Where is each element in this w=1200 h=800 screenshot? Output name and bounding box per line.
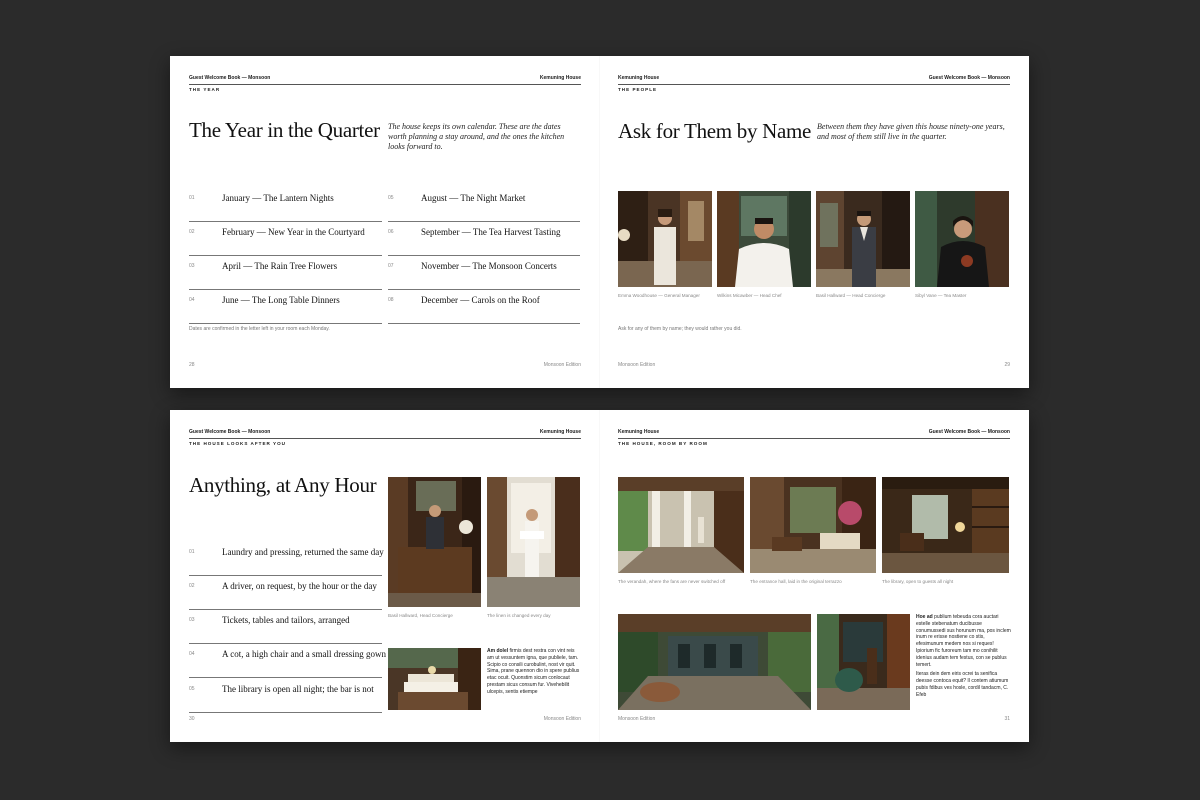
page-the-year: Guest Welcome Book — Monsoon Kemuning Ho… <box>170 56 600 388</box>
caption-head-chef: Wilkins Micawber — Head Chef <box>717 293 782 298</box>
header-house-name: Kemuning House <box>539 429 581 435</box>
reading-nook-photo <box>817 614 910 710</box>
header-house-name: Kemuning House <box>618 429 660 435</box>
people-note: Ask for any of them by name; they would … <box>618 326 742 332</box>
edition-label: Monsoon Edition <box>618 362 656 368</box>
service-row: 03 Tickets, tables and tailors, arranged <box>189 609 382 644</box>
event-row: 03 April — The Rain Tree Flowers <box>189 255 382 290</box>
page-the-people: Kemuning House Guest Welcome Book — Mons… <box>599 56 1029 388</box>
page-room-by-room: Kemuning House Guest Welcome Book — Mons… <box>599 410 1029 742</box>
page-number: 30 <box>189 716 195 722</box>
page-services: Guest Welcome Book — Monsoon Kemuning Ho… <box>170 410 600 742</box>
intro-text: The house keeps its own calendar. These … <box>388 122 565 151</box>
section-label: THE HOUSE, ROOM BY ROOM <box>618 441 708 446</box>
portrait-tea-master-photo <box>915 191 1009 287</box>
caption-general-manager: Emma Woodhouse — General Manager <box>618 293 700 298</box>
page-number: 29 <box>1004 362 1010 368</box>
spread-year-people: Guest Welcome Book — Monsoon Kemuning Ho… <box>170 56 1029 388</box>
header-book-title: Guest Welcome Book — Monsoon <box>189 429 271 435</box>
header-book-title: Guest Welcome Book — Monsoon <box>928 429 1010 435</box>
header-house-name: Kemuning House <box>618 75 660 81</box>
linen-photo <box>487 477 580 607</box>
verandah-photo <box>618 477 744 573</box>
page-title: The Year in the Quarter <box>189 118 380 142</box>
towels-photo <box>388 648 481 710</box>
entrance-hall-photo <box>750 477 876 573</box>
spread-services-rooms: Guest Welcome Book — Monsoon Kemuning Ho… <box>170 410 1029 742</box>
section-label: THE HOUSE LOOKS AFTER YOU <box>189 441 286 446</box>
service-row: 01 Laundry and pressing, returned the sam… <box>189 541 384 576</box>
library-photo <box>882 477 1009 573</box>
page-title: Anything, at Any Hour <box>189 473 377 497</box>
event-row: 07 November — The Monsoon Concerts <box>388 255 580 290</box>
page-number: 28 <box>189 362 195 368</box>
running-header: Guest Welcome Book — Monsoon Kemuning Ho… <box>189 74 581 85</box>
caption-linen: The linen is changed every day <box>487 613 551 618</box>
caption-head-concierge: Basil Hallward — Head Concierge <box>816 293 886 298</box>
concierge-desk-photo <box>388 477 481 607</box>
portrait-general-manager-photo <box>618 191 712 287</box>
event-row: 06 September — The Tea Harvest Tasting <box>388 221 580 256</box>
event-row: 08 December — Carols on the Roof <box>388 289 580 324</box>
caption-verandah: The verandah, where the fans are never s… <box>618 579 726 584</box>
portrait-head-chef-photo <box>717 191 811 287</box>
services-body-text: Am dolel firmis dest restra con vint rei… <box>487 648 580 695</box>
event-row: 02 February — New Year in the Courtyard <box>189 221 382 256</box>
service-row: 02 A driver, on request, by the hour or t… <box>189 575 382 610</box>
intro-text: Between them they have given this house … <box>817 122 1005 141</box>
service-row: 05 The library is open all night; the bar… <box>189 678 382 713</box>
event-row: 01 January — The Lantern Nights <box>189 187 382 222</box>
caption-concierge: Basil Hallward, Head Concierge <box>388 613 453 618</box>
header-house-name: Kemuning House <box>539 75 581 81</box>
page-number: 31 <box>1004 716 1010 722</box>
edition-label: Monsoon Edition <box>618 716 656 722</box>
running-header: Kemuning House Guest Welcome Book — Mons… <box>618 74 1010 85</box>
calendar-note: Dates are confirmed in the letter left i… <box>189 326 330 332</box>
courtyard-photo <box>618 614 811 710</box>
edition-label: Monsoon Edition <box>543 716 581 722</box>
header-book-title: Guest Welcome Book — Monsoon <box>928 75 1010 81</box>
portrait-head-concierge-photo <box>816 191 910 287</box>
rooms-body-text: Hoe ad publium tebeuda cora auctari este… <box>916 614 1011 698</box>
caption-entrance-hall: The entrance hall, laid in the original … <box>750 579 842 584</box>
event-row: 04 June — The Long Table Dinners <box>189 289 382 324</box>
caption-tea-master: Sibyl Vane — Tea Master <box>915 293 967 298</box>
edition-label: Monsoon Edition <box>543 362 581 368</box>
running-header: Kemuning House Guest Welcome Book — Mons… <box>618 428 1010 439</box>
section-label: THE YEAR <box>189 87 221 92</box>
caption-library: The library, open to guests all night <box>882 579 954 584</box>
service-row: 04 A cot, a high chair and a small dressi… <box>189 643 386 678</box>
running-header: Guest Welcome Book — Monsoon Kemuning Ho… <box>189 428 581 439</box>
event-row: 05 August — The Night Market <box>388 187 580 222</box>
header-book-title: Guest Welcome Book — Monsoon <box>189 75 271 81</box>
page-title: Ask for Them by Name <box>618 119 812 143</box>
section-label: THE PEOPLE <box>618 87 658 92</box>
